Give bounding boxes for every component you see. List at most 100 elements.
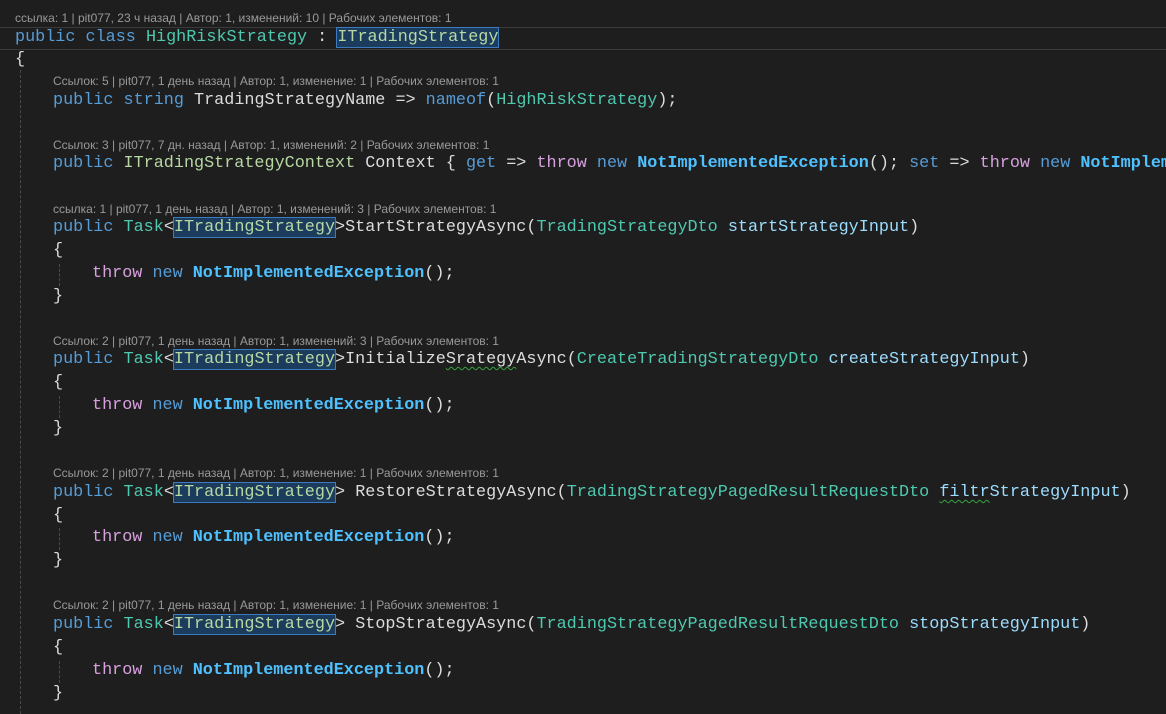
interface-reference-highlighted[interactable]: ITradingStrategy bbox=[172, 614, 337, 635]
open-brace: { bbox=[53, 241, 64, 260]
task-type: Task bbox=[123, 615, 164, 634]
method-name-part[interactable]: Async bbox=[516, 350, 566, 369]
parameter-name[interactable]: startStrategyInput bbox=[728, 218, 909, 237]
codelens-context-property[interactable]: Ссылок: 3 | pit077, 7 дн. назад | Автор:… bbox=[53, 138, 489, 152]
keyword-throw: throw bbox=[92, 264, 143, 283]
parameter-type[interactable]: TradingStrategyPagedResultRequestDto bbox=[536, 615, 899, 634]
code-line-open-brace[interactable]: { bbox=[53, 638, 63, 658]
context-interface-type[interactable]: ITradingStrategyContext bbox=[124, 154, 356, 173]
keyword-throw: throw bbox=[92, 661, 143, 680]
close-brace: } bbox=[53, 287, 64, 306]
code-line-class-declaration[interactable]: public class HighRiskStrategy : ITrading… bbox=[15, 27, 500, 48]
keyword-new: new bbox=[152, 528, 183, 547]
code-line-init-method[interactable]: public Task<ITradingStrategy>InitializeS… bbox=[53, 349, 1030, 370]
codelens-init-method[interactable]: Ссылок: 2 | pit077, 1 день назад | Автор… bbox=[53, 334, 499, 348]
indent-guide bbox=[59, 264, 60, 286]
keyword-new: new bbox=[1040, 154, 1071, 173]
keyword-public: public bbox=[53, 91, 114, 110]
close-brace: } bbox=[53, 684, 64, 703]
parameter-name-part[interactable]: StrategyInput bbox=[990, 483, 1121, 502]
keyword-new: new bbox=[152, 661, 183, 680]
code-line-open-brace[interactable]: { bbox=[53, 506, 63, 526]
interface-reference-highlighted[interactable]: ITradingStrategy bbox=[172, 482, 337, 503]
parameter-name[interactable]: createStrategyInput bbox=[829, 350, 1020, 369]
exception-type[interactable]: NotImplementedException bbox=[193, 396, 425, 415]
codelens-restore-method[interactable]: Ссылок: 2 | pit077, 1 день назад | Автор… bbox=[53, 466, 499, 480]
code-line-open-brace[interactable]: { bbox=[53, 241, 63, 261]
keyword-throw: throw bbox=[979, 154, 1030, 173]
parameter-type[interactable]: CreateTradingStrategyDto bbox=[577, 350, 819, 369]
keyword-public: public bbox=[53, 483, 114, 502]
exception-type[interactable]: NotImplementedException bbox=[193, 528, 425, 547]
spelling-warning-squiggle[interactable]: filtr bbox=[939, 483, 989, 502]
method-name-part[interactable]: Initialize bbox=[345, 350, 446, 369]
code-line-open-brace[interactable]: { bbox=[53, 373, 63, 393]
open-brace: { bbox=[53, 506, 64, 525]
keyword-class: class bbox=[85, 28, 136, 47]
property-name[interactable]: TradingStrategyName bbox=[194, 91, 385, 110]
keyword-throw: throw bbox=[92, 396, 143, 415]
exception-type[interactable]: NotImplementedException bbox=[193, 661, 425, 680]
indent-guide bbox=[59, 396, 60, 418]
parameter-type[interactable]: TradingStrategyDto bbox=[536, 218, 717, 237]
code-line-close-brace[interactable]: } bbox=[53, 684, 63, 704]
keyword-throw: throw bbox=[536, 154, 587, 173]
task-type: Task bbox=[123, 218, 164, 237]
code-editor[interactable]: ссылка: 1 | pit077, 23 ч назад | Автор: … bbox=[0, 0, 1166, 714]
open-brace: { bbox=[53, 638, 64, 657]
interface-reference-highlighted[interactable]: ITradingStrategy bbox=[336, 27, 500, 48]
code-line-name-property[interactable]: public string TradingStrategyName => nam… bbox=[53, 91, 677, 111]
method-name[interactable]: RestoreStrategyAsync bbox=[355, 483, 556, 502]
keyword-set: set bbox=[909, 154, 940, 173]
keyword-public: public bbox=[15, 28, 76, 47]
keyword-throw: throw bbox=[92, 528, 143, 547]
context-property-name[interactable]: Context bbox=[365, 154, 436, 173]
task-type: Task bbox=[123, 483, 164, 502]
keyword-get: get bbox=[465, 154, 497, 173]
code-line-throw[interactable]: throw new NotImplementedException(); bbox=[92, 264, 455, 284]
codelens-stop-method[interactable]: Ссылок: 2 | pit077, 1 день назад | Автор… bbox=[53, 598, 499, 612]
nameof-argument[interactable]: HighRiskStrategy bbox=[496, 91, 657, 110]
task-type: Task bbox=[123, 350, 164, 369]
codelens-start-method[interactable]: ссылка: 1 | pit077, 1 день назад | Автор… bbox=[53, 202, 496, 216]
code-line-open-brace[interactable]: { bbox=[15, 50, 25, 70]
code-line-close-brace[interactable]: } bbox=[53, 551, 63, 571]
close-brace: } bbox=[53, 419, 64, 438]
keyword-nameof: nameof bbox=[425, 91, 487, 110]
indent-guide bbox=[20, 70, 21, 714]
code-line-throw[interactable]: throw new NotImplementedException(); bbox=[92, 661, 455, 681]
close-brace: } bbox=[53, 551, 64, 570]
keyword-public: public bbox=[53, 350, 114, 369]
codelens-name-property[interactable]: Ссылок: 5 | pit077, 1 день назад | Автор… bbox=[53, 74, 499, 88]
keyword-new: new bbox=[152, 396, 183, 415]
keyword-string: string bbox=[123, 91, 184, 110]
open-brace: { bbox=[53, 373, 64, 392]
code-line-throw[interactable]: throw new NotImplementedException(); bbox=[92, 528, 455, 548]
code-line-start-method[interactable]: public Task<ITradingStrategy>StartStrate… bbox=[53, 217, 919, 238]
method-name[interactable]: StartStrategyAsync bbox=[345, 218, 526, 237]
indent-guide bbox=[59, 528, 60, 550]
exception-type[interactable]: NotImplementedException bbox=[193, 264, 425, 283]
spelling-warning-squiggle[interactable]: Srategy bbox=[446, 350, 517, 369]
code-line-close-brace[interactable]: } bbox=[53, 419, 63, 439]
parameter-type[interactable]: TradingStrategyPagedResultRequestDto bbox=[567, 483, 930, 502]
codelens-class[interactable]: ссылка: 1 | pit077, 23 ч назад | Автор: … bbox=[15, 11, 452, 25]
code-line-context-property[interactable]: public ITradingStrategyContext Context {… bbox=[53, 154, 1166, 174]
code-line-restore-method[interactable]: public Task<ITradingStrategy> RestoreStr… bbox=[53, 482, 1131, 503]
keyword-public: public bbox=[53, 218, 114, 237]
exception-type[interactable]: NotImplementedException bbox=[637, 154, 869, 173]
parameter-name[interactable]: stopStrategyInput bbox=[909, 615, 1080, 634]
indent-guide bbox=[59, 661, 60, 683]
exception-type[interactable]: NotImplementedException bbox=[1080, 154, 1166, 173]
keyword-public: public bbox=[53, 154, 114, 173]
keyword-new: new bbox=[596, 154, 628, 173]
code-line-close-brace[interactable]: } bbox=[53, 287, 63, 307]
keyword-new: new bbox=[152, 264, 183, 283]
code-line-throw[interactable]: throw new NotImplementedException(); bbox=[92, 396, 455, 416]
open-brace: { bbox=[15, 50, 26, 69]
code-line-stop-method[interactable]: public Task<ITradingStrategy> StopStrate… bbox=[53, 614, 1090, 635]
interface-reference-highlighted[interactable]: ITradingStrategy bbox=[172, 217, 337, 238]
class-name[interactable]: HighRiskStrategy bbox=[146, 28, 307, 47]
method-name[interactable]: StopStrategyAsync bbox=[355, 615, 526, 634]
interface-reference-highlighted[interactable]: ITradingStrategy bbox=[172, 349, 337, 370]
